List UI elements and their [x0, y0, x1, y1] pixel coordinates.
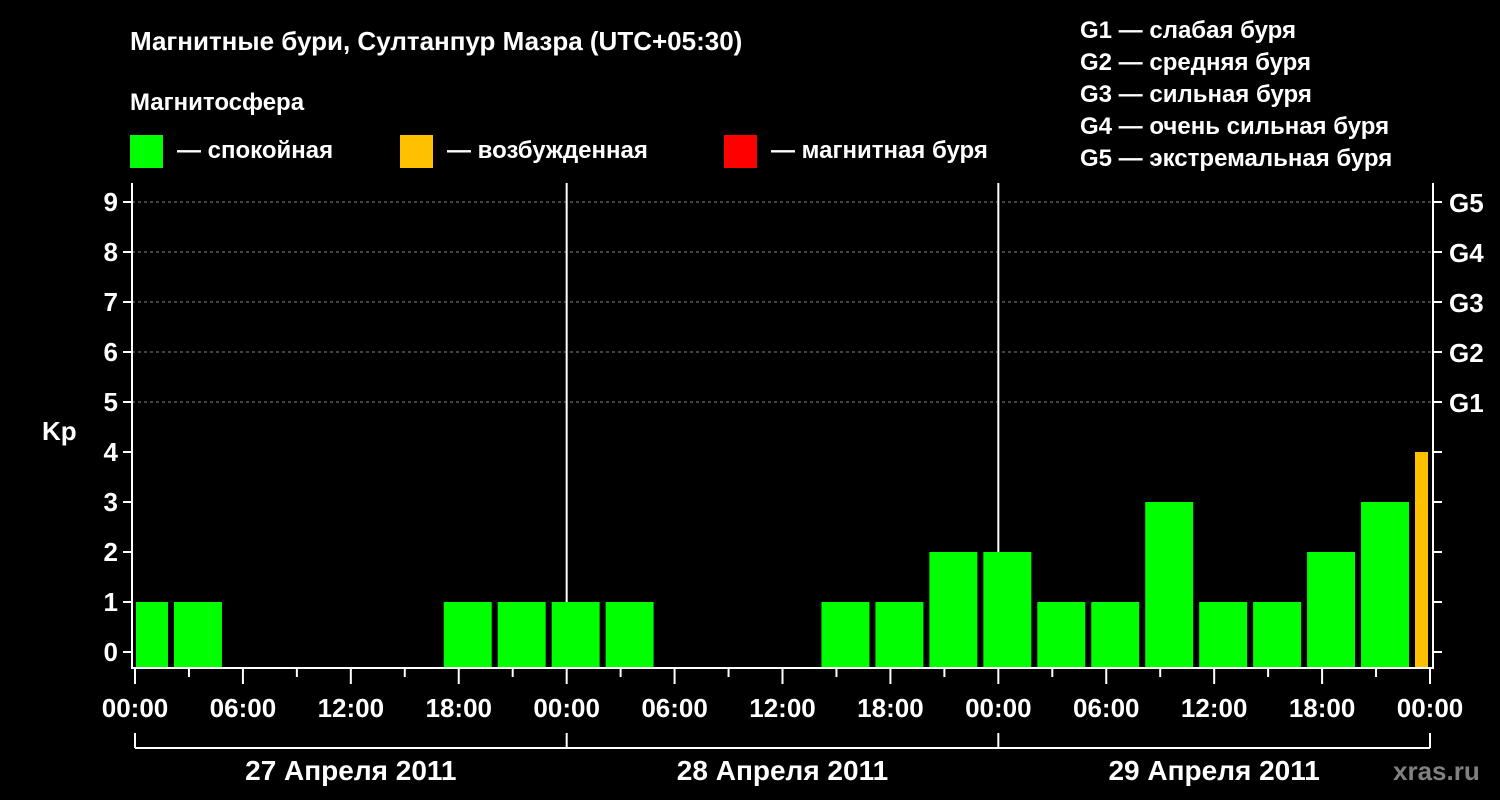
legend-swatch — [130, 135, 163, 168]
storm-scale-item: G5 — экстремальная буря — [1080, 145, 1392, 172]
y-tick-label: 9 — [104, 187, 118, 217]
x-tick-label: 12:00 — [318, 693, 385, 723]
legend-swatch — [724, 135, 757, 168]
y-tick-label: 8 — [104, 237, 118, 267]
y-axis-label: Kp — [42, 416, 77, 446]
y-tick-label: 1 — [104, 587, 118, 617]
bar — [173, 602, 222, 668]
bar — [1361, 502, 1410, 668]
storm-scale-item: G4 — очень сильная буря — [1080, 113, 1389, 140]
axes: 0 1 2 3 4 5 6 7 8 9 G1 G2 G3 G4 G5 00:00 06:00 12:00 18:00… — [102, 183, 1484, 786]
x-tick-label: 00:00 — [1397, 693, 1464, 723]
storm-scale-item: G3 — сильная буря — [1080, 81, 1312, 108]
bar — [1145, 502, 1194, 668]
day-label: 27 Апреля 2011 — [245, 755, 456, 786]
bars — [136, 452, 1428, 668]
legend: — спокойная — возбужденная — магнитная бур… — [130, 135, 988, 168]
x-tick-label: 18:00 — [1289, 693, 1356, 723]
grid — [132, 183, 1433, 668]
bar — [929, 552, 978, 668]
y-tick-label: 0 — [104, 637, 118, 667]
g-level-label: G3 — [1449, 288, 1484, 318]
day-label: 29 Апреля 2011 — [1108, 755, 1319, 786]
y-tick-label: 7 — [104, 287, 118, 317]
bar — [136, 602, 168, 668]
y-tick-label: 6 — [104, 337, 118, 367]
bar — [497, 602, 546, 668]
x-tick-label: 00:00 — [533, 693, 600, 723]
y-tick-label: 2 — [104, 537, 118, 567]
watermark: xras.ru — [1393, 756, 1480, 786]
bar — [1091, 602, 1140, 668]
g-level-label: G4 — [1449, 238, 1484, 268]
x-tick-label: 12:00 — [1181, 693, 1248, 723]
day-label: 28 Апреля 2011 — [677, 755, 888, 786]
x-tick-label: 06:00 — [210, 693, 277, 723]
bar — [1307, 552, 1356, 668]
x-tick-label: 18:00 — [857, 693, 924, 723]
legend-label: — спокойная — [177, 137, 333, 164]
x-tick-label: 12:00 — [749, 693, 816, 723]
bar — [1253, 602, 1302, 668]
legend-swatch — [400, 135, 433, 168]
x-tick-label: 00:00 — [965, 693, 1032, 723]
bar — [605, 602, 654, 668]
y-tick-label: 3 — [104, 487, 118, 517]
bar — [821, 602, 870, 668]
x-tick-label: 00:00 — [102, 693, 169, 723]
storm-scale-item: G1 — слабая буря — [1080, 17, 1296, 44]
bar — [983, 552, 1032, 668]
x-tick-label: 06:00 — [641, 693, 708, 723]
x-tick-label: 06:00 — [1073, 693, 1140, 723]
legend-label: — возбужденная — [447, 137, 648, 164]
y-tick-label: 4 — [104, 437, 119, 467]
chart-subtitle: Магнитосфера — [130, 89, 305, 116]
x-tick-label: 18:00 — [426, 693, 493, 723]
bar — [551, 602, 600, 668]
storm-scale-item: G2 — средняя буря — [1080, 49, 1311, 76]
g-level-label: G5 — [1449, 188, 1484, 218]
bar — [1199, 602, 1248, 668]
bar — [443, 602, 492, 668]
legend-label: — магнитная буря — [771, 137, 988, 164]
kp-chart: Магнитные бури, Султанпур Мазра (UTC+05:… — [42, 17, 1484, 786]
bar — [1415, 452, 1428, 668]
storm-scale-legend: G1 — слабая буря G2 — средняя буря G3 — си… — [1080, 17, 1392, 172]
chart-title: Магнитные бури, Султанпур Мазра (UTC+05:… — [130, 26, 742, 56]
bar — [1037, 602, 1086, 668]
g-level-label: G1 — [1449, 388, 1484, 418]
g-level-label: G2 — [1449, 338, 1484, 368]
y-tick-label: 5 — [104, 387, 118, 417]
bar — [875, 602, 924, 668]
